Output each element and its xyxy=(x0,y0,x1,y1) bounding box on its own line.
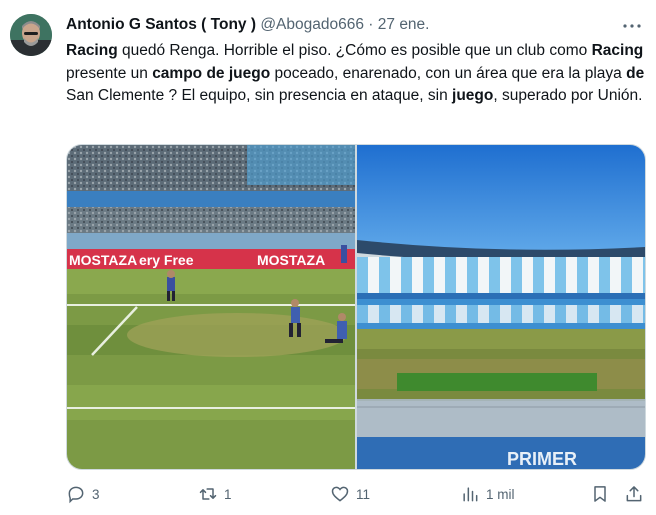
retweet-button[interactable]: 1 xyxy=(198,480,232,508)
tweet-text: Racing quedó Renga. Horrible el piso. ¿C… xyxy=(66,40,646,108)
reply-icon xyxy=(68,486,84,504)
tweet-text-bold-segment: Racing xyxy=(591,42,644,59)
retweet-icon xyxy=(199,488,217,500)
tweet-text-bold-segment: campo de juego xyxy=(152,64,271,82)
tweet-text-segment: presente un xyxy=(66,64,153,82)
tweet-text-bold-segment: juego xyxy=(452,87,494,104)
bookmark-icon xyxy=(594,486,606,502)
tweet-text-segment: poceado, enarenado, con un área que era … xyxy=(270,64,627,82)
tweet-text-bold-segment: de xyxy=(626,64,645,82)
tweet-actions: 3 1 11 1 mil xyxy=(66,480,646,508)
share-button[interactable] xyxy=(624,480,644,508)
tweet-text-segment: San Clemente ? El equipo, sin presencia … xyxy=(66,87,453,104)
board-text-2: ery Free xyxy=(139,252,194,268)
bookmark-button[interactable] xyxy=(590,480,610,508)
views-icon xyxy=(463,487,478,502)
tweet-text-bold-segment: Racing xyxy=(66,42,118,59)
right-photo[interactable]: PRIMER xyxy=(357,145,645,469)
avatar-image xyxy=(10,14,52,56)
banner-text: PRIMER xyxy=(507,449,577,469)
board-text-3: MOSTAZA xyxy=(257,252,325,268)
reply-button[interactable]: 3 xyxy=(66,480,100,508)
author-name[interactable]: Antonio G Santos ( Tony ) xyxy=(66,16,256,33)
author-handle[interactable]: @Abogado666 xyxy=(260,16,364,33)
stadium-stands-photo: PRIMER xyxy=(357,145,645,469)
tweet-text-segment: , superado por Unión. xyxy=(493,87,643,104)
tweet-media[interactable]: MOSTAZA ery Free MOSTAZA PRIMER xyxy=(66,144,646,470)
views-button[interactable]: 1 mil xyxy=(460,480,515,508)
avatar[interactable] xyxy=(10,14,52,56)
separator-dot: · xyxy=(368,16,374,33)
left-photo[interactable]: MOSTAZA ery Free MOSTAZA xyxy=(67,145,355,469)
like-button[interactable]: 11 xyxy=(330,480,370,508)
retweet-count: 1 xyxy=(224,486,232,502)
reply-count: 3 xyxy=(92,486,100,502)
tweet-header: Antonio G Santos ( Tony ) @Abogado666 · … xyxy=(66,16,636,38)
like-count: 11 xyxy=(356,486,371,502)
more-icon[interactable] xyxy=(620,14,644,38)
views-count: 1 mil xyxy=(486,486,515,502)
board-text-1: MOSTAZA xyxy=(69,252,137,268)
tweet-text-segment: quedó Renga. Horrible el piso. ¿Cómo es … xyxy=(117,42,592,59)
share-icon xyxy=(626,486,642,502)
stadium-pitch-photo: MOSTAZA ery Free MOSTAZA xyxy=(67,145,355,469)
tweet-date[interactable]: 27 ene. xyxy=(378,16,430,33)
like-icon xyxy=(331,486,349,502)
